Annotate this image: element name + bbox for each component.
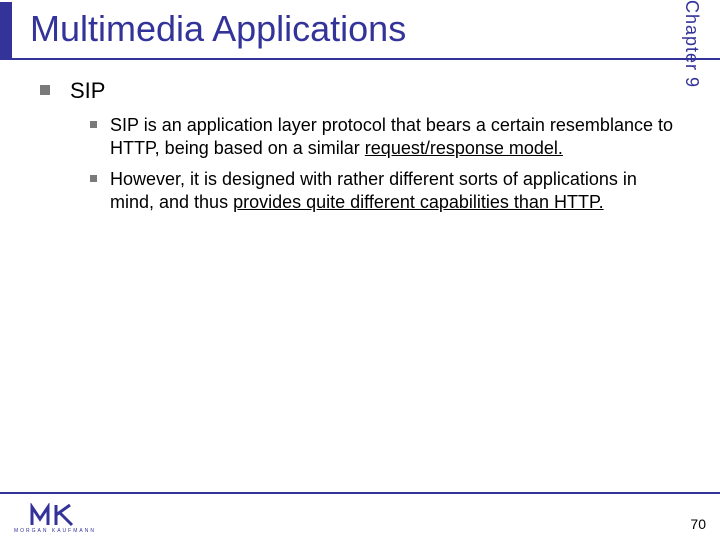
square-bullet-icon [40,85,50,95]
main-bullet-text: SIP [70,78,105,103]
sub-bullet-text-underlined: request/response model. [365,138,563,158]
header-region: Multimedia Applications [0,0,720,60]
sub-bullet: SIP is an application layer protocol tha… [70,114,680,160]
page-number: 70 [690,516,706,532]
sub-list: SIP is an application layer protocol tha… [70,114,680,214]
publisher-name: MORGAN KAUFMANN [14,528,96,534]
main-bullet: SIP SIP is an application layer protocol… [40,78,680,214]
main-list: SIP SIP is an application layer protocol… [40,78,680,214]
sub-bullet: However, it is designed with rather diff… [70,168,680,214]
page-title: Multimedia Applications [30,8,406,50]
footer: MORGAN KAUFMANN 70 [0,492,720,540]
square-bullet-icon [90,175,97,182]
mk-logo-icon [30,503,80,527]
publisher-logo: MORGAN KAUFMANN [14,503,96,534]
square-bullet-icon [90,121,97,128]
sub-bullet-text-underlined: provides quite different capabilities th… [233,192,604,212]
content-area: SIP SIP is an application layer protocol… [0,60,720,214]
